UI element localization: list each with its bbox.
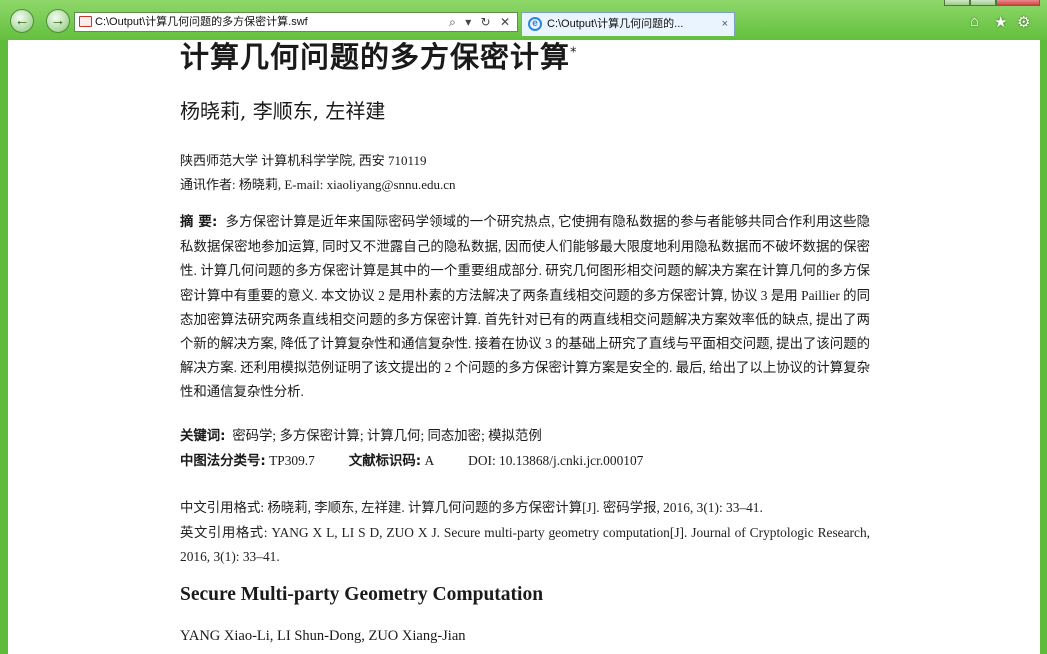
home-icon[interactable]: ⌂ bbox=[970, 13, 979, 30]
address-bar[interactable]: C:\Output\计算几何问题的多方保密计算.swf ⌕ ▾ ↻ ✕ bbox=[74, 12, 518, 32]
keywords-label: 关键词: bbox=[180, 429, 226, 444]
doi: DOI: 10.13868/j.cnki.jcr.000107 bbox=[468, 453, 644, 468]
tab-active[interactable]: e C:\Output\计算几何问题的... × bbox=[521, 12, 735, 36]
keywords-text: 密码学; 多方保密计算; 计算几何; 同态加密; 模拟范例 bbox=[232, 428, 542, 443]
clc-value: TP309.7 bbox=[269, 453, 315, 468]
classification-line: 中图法分类号: TP309.7 文献标识码: A DOI: 10.13868/j.c… bbox=[180, 449, 643, 469]
back-arrow-icon: ← bbox=[14, 12, 30, 29]
browser-chrome: ← → C:\Output\计算几何问题的多方保密计算.swf ⌕ ▾ ↻ ✕ … bbox=[0, 0, 1047, 40]
paper-title-text: 计算几何问题的多方保密计算 bbox=[180, 40, 571, 74]
back-button[interactable]: ← bbox=[10, 9, 34, 33]
paper-title: 计算几何问题的多方保密计算* bbox=[180, 40, 578, 76]
citation-en: 英文引用格式: YANG X L, LI S D, ZUO X J. Secur… bbox=[180, 524, 870, 565]
doc-code-label: 文献标识码: bbox=[348, 454, 422, 469]
abstract-label: 摘 要: bbox=[180, 215, 218, 230]
title-footnote-mark: * bbox=[570, 45, 578, 61]
forward-arrow-icon: → bbox=[50, 12, 66, 29]
english-title: Secure Multi-party Geometry Computation bbox=[180, 584, 544, 605]
keywords: 关键词: 密码学; 多方保密计算; 计算几何; 同态加密; 模拟范例 bbox=[180, 424, 542, 444]
forward-button[interactable]: → bbox=[46, 9, 70, 33]
citation-cn: 中文引用格式: 杨晓莉, 李顺东, 左祥建. 计算几何问题的多方保密计算[J].… bbox=[180, 500, 763, 515]
affiliation: 陕西师范大学 计算机科学学院, 西安 710119 bbox=[180, 153, 427, 168]
ie-icon: e bbox=[528, 17, 542, 31]
doc-code-value: A bbox=[424, 453, 435, 468]
abstract: 摘 要: 多方保密计算是近年来国际密码学领域的一个研究热点, 它使拥有隐私数据的参… bbox=[180, 210, 870, 405]
tab-title: C:\Output\计算几何问题的... bbox=[547, 18, 684, 30]
page-viewport[interactable]: 计算几何问题的多方保密计算* 杨晓莉, 李顺东, 左祥建 陕西师范大学 计算机科… bbox=[8, 40, 1040, 654]
citation-block: 中文引用格式: 杨晓莉, 李顺东, 左祥建. 计算几何问题的多方保密计算[J].… bbox=[180, 496, 870, 570]
minimize-button[interactable] bbox=[944, 0, 970, 6]
close-window-button[interactable] bbox=[996, 0, 1040, 6]
clc-label: 中图法分类号: bbox=[180, 454, 266, 469]
favorites-icon[interactable]: ★ bbox=[994, 13, 1007, 31]
maximize-button[interactable] bbox=[970, 0, 996, 6]
english-authors: YANG Xiao-Li, LI Shun-Dong, ZUO Xiang-Ji… bbox=[180, 628, 466, 644]
paper-authors: 杨晓莉, 李顺东, 左祥建 bbox=[180, 99, 386, 123]
tab-close-button[interactable]: × bbox=[722, 13, 728, 35]
address-url: C:\Output\计算几何问题的多方保密计算.swf bbox=[95, 16, 308, 28]
corresponding-author: 通讯作者: 杨晓莉, E-mail: xiaoliyang@snnu.edu.c… bbox=[180, 177, 456, 192]
file-icon bbox=[79, 16, 92, 27]
tools-gear-icon[interactable]: ⚙ bbox=[1017, 13, 1030, 31]
affiliation-block: 陕西师范大学 计算机科学学院, 西安 710119 通讯作者: 杨晓莉, E-m… bbox=[180, 149, 456, 197]
abstract-text: 多方保密计算是近年来国际密码学领域的一个研究热点, 它使拥有隐私数据的参与者能够… bbox=[180, 214, 870, 400]
address-controls[interactable]: ⌕ ▾ ↻ ✕ bbox=[449, 13, 513, 31]
